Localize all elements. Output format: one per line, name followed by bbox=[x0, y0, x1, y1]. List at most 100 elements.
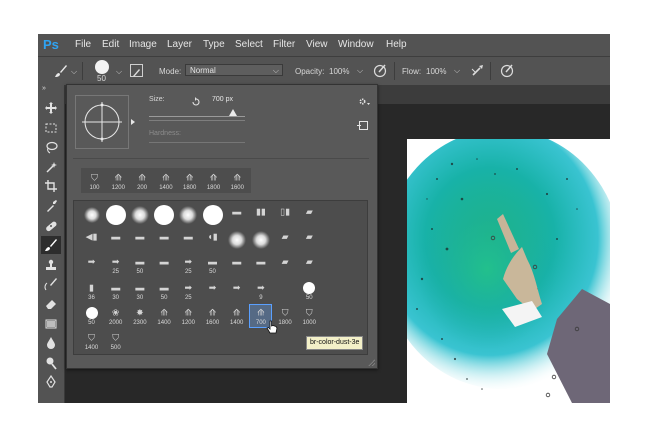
size-value[interactable]: 700 px bbox=[212, 96, 233, 103]
brush-angle-preview[interactable] bbox=[75, 95, 129, 149]
new-preset-icon[interactable] bbox=[357, 121, 368, 130]
healing-tool[interactable] bbox=[41, 217, 61, 235]
brush-preset[interactable]: ▬ 30 bbox=[104, 279, 127, 303]
brush-preset[interactable]: ➡ bbox=[225, 279, 248, 303]
brush-preset[interactable]: ➡ 25 bbox=[177, 279, 200, 303]
brush-preset[interactable]: ❀ 2000 bbox=[104, 304, 127, 328]
brush-tool[interactable] bbox=[41, 236, 61, 255]
brush-preset[interactable]: ⟰ 1800 bbox=[202, 169, 225, 193]
brush-preset[interactable]: ◖▮ bbox=[201, 228, 224, 252]
reset-size-icon[interactable] bbox=[191, 94, 201, 112]
tool-preset-chevron-icon[interactable]: ⌵ bbox=[71, 67, 77, 77]
brush-preset[interactable]: ⟰ 1600 bbox=[226, 169, 249, 193]
brush-preset[interactable] bbox=[104, 203, 127, 227]
brush-preset[interactable]: ▬ 50 bbox=[128, 253, 151, 277]
brush-preset[interactable]: ⟰ 1200 bbox=[107, 169, 130, 193]
hardness-slider-track[interactable] bbox=[149, 142, 245, 143]
pressure-opacity-icon[interactable] bbox=[373, 63, 388, 83]
brush-preset[interactable]: ⛉ 1000 bbox=[298, 304, 321, 328]
brush-preset[interactable]: ◀▮ bbox=[80, 228, 103, 252]
brush-preset[interactable]: ⟰ 200 bbox=[131, 169, 154, 193]
brush-preset[interactable]: ▬ 50 bbox=[153, 279, 176, 303]
menu-view[interactable]: View bbox=[306, 39, 328, 50]
pen-tool[interactable] bbox=[41, 373, 61, 391]
brush-preset[interactable]: ✸ 2300 bbox=[128, 304, 151, 328]
menu-filter[interactable]: Filter bbox=[273, 39, 295, 50]
brush-preset[interactable]: ▬ bbox=[153, 228, 176, 252]
brush-preset[interactable] bbox=[225, 228, 248, 252]
brush-picker-chevron-icon[interactable]: ⌵ bbox=[116, 67, 122, 77]
brush-preset[interactable]: ➡ 25 bbox=[104, 253, 127, 277]
brush-preset[interactable]: ⟰ 1400 bbox=[153, 304, 176, 328]
brush-preset[interactable]: ⛉ 100 bbox=[83, 169, 106, 193]
crop-tool[interactable] bbox=[41, 177, 61, 195]
collapse-toolbar-icon[interactable]: » bbox=[42, 85, 46, 92]
brush-preset[interactable]: ▬ bbox=[177, 228, 200, 252]
brush-preset[interactable]: ▬ 50 bbox=[201, 253, 224, 277]
brush-preset[interactable]: ⛉ 1400 bbox=[80, 329, 103, 353]
settings-gear-icon[interactable] bbox=[358, 94, 370, 112]
brush-preset[interactable]: ⟰ 1400 bbox=[225, 304, 248, 328]
brush-tool-icon[interactable] bbox=[53, 63, 69, 84]
menu-window[interactable]: Window bbox=[338, 39, 374, 50]
mode-dropdown[interactable]: Normal ⌵ bbox=[185, 64, 283, 76]
brush-preset[interactable] bbox=[128, 203, 151, 227]
brush-preset[interactable]: ▬ bbox=[249, 253, 272, 277]
menu-layer[interactable]: Layer bbox=[167, 39, 192, 50]
brush-preset[interactable] bbox=[177, 203, 200, 227]
brush-preset[interactable] bbox=[201, 203, 224, 227]
brush-preset[interactable]: ▮ 36 bbox=[80, 279, 103, 303]
lasso-tool[interactable] bbox=[41, 138, 61, 156]
brush-preset[interactable]: ▬ bbox=[104, 228, 127, 252]
menu-image[interactable]: Image bbox=[129, 39, 157, 50]
brush-preset[interactable]: ⟰ 1600 bbox=[201, 304, 224, 328]
brush-preset[interactable]: ▬ 30 bbox=[128, 279, 151, 303]
brush-preset[interactable]: 50 bbox=[298, 279, 321, 303]
brush-preset[interactable]: ▰ bbox=[298, 253, 321, 277]
history-brush-tool[interactable] bbox=[41, 275, 61, 293]
brush-preset[interactable] bbox=[274, 279, 297, 303]
menu-select[interactable]: Select bbox=[235, 39, 263, 50]
brush-preset[interactable]: ▰ bbox=[274, 253, 297, 277]
brush-preset-picker[interactable] bbox=[95, 60, 109, 74]
quick-select-tool[interactable] bbox=[41, 158, 61, 176]
brush-preset[interactable]: ➡ 9 bbox=[249, 279, 272, 303]
angle-arrow-icon[interactable] bbox=[131, 119, 135, 125]
eraser-tool[interactable] bbox=[41, 295, 61, 313]
opacity-chevron-icon[interactable]: ⌵ bbox=[357, 66, 363, 76]
brush-preset[interactable]: ▯▮ bbox=[274, 203, 297, 227]
brush-preset[interactable]: ⟰ 1200 bbox=[177, 304, 200, 328]
blur-tool[interactable] bbox=[41, 334, 61, 352]
brush-preset[interactable]: ▬ bbox=[153, 253, 176, 277]
menu-type[interactable]: Type bbox=[203, 39, 225, 50]
brush-preset[interactable]: ▬ bbox=[225, 203, 248, 227]
menu-help[interactable]: Help bbox=[386, 39, 407, 50]
brush-preset[interactable]: ⟰ 1800 bbox=[178, 169, 201, 193]
brush-preset[interactable]: ▰ bbox=[274, 228, 297, 252]
brush-preset[interactable]: ▰ bbox=[298, 228, 321, 252]
menu-edit[interactable]: Edit bbox=[102, 39, 119, 50]
brush-preset[interactable]: ⛉ 500 bbox=[104, 329, 127, 353]
brush-preset[interactable]: ▬ bbox=[225, 253, 248, 277]
gradient-tool[interactable] bbox=[41, 315, 61, 333]
pressure-size-icon[interactable] bbox=[500, 63, 515, 83]
dodge-tool[interactable] bbox=[41, 354, 61, 372]
stamp-tool[interactable] bbox=[41, 256, 61, 274]
brush-preset[interactable]: ➡ 25 bbox=[177, 253, 200, 277]
canvas-image[interactable] bbox=[407, 139, 610, 403]
eyedropper-tool[interactable] bbox=[41, 197, 61, 215]
brush-preset[interactable] bbox=[153, 203, 176, 227]
brush-preset[interactable]: ⟰ 1400 bbox=[154, 169, 177, 193]
brush-preset[interactable]: ▰ bbox=[298, 203, 321, 227]
brush-panel-toggle-icon[interactable] bbox=[130, 64, 143, 77]
menu-file[interactable]: File bbox=[75, 39, 91, 50]
move-tool[interactable] bbox=[41, 99, 61, 117]
marquee-tool[interactable] bbox=[41, 119, 61, 137]
opacity-value[interactable]: 100% bbox=[329, 67, 349, 76]
resize-grip-icon[interactable] bbox=[368, 359, 375, 366]
brush-preset[interactable]: ➡ bbox=[80, 253, 103, 277]
brush-preset[interactable] bbox=[80, 203, 103, 227]
size-slider-thumb[interactable] bbox=[229, 109, 238, 116]
brush-preset[interactable]: ▮▮ bbox=[249, 203, 272, 227]
airbrush-icon[interactable] bbox=[470, 63, 485, 83]
